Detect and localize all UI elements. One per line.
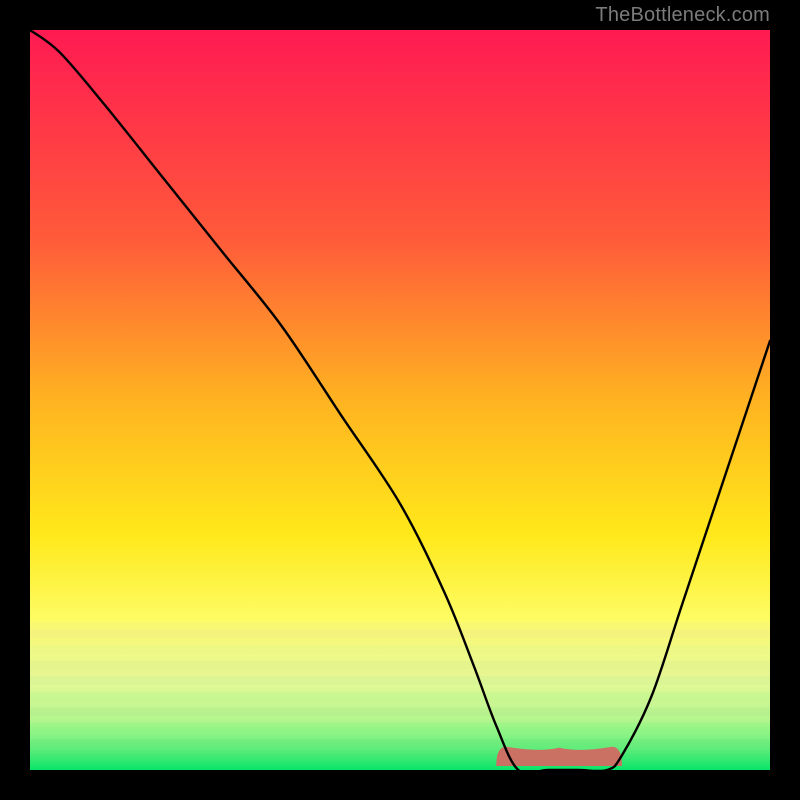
watermark-text: TheBottleneck.com	[595, 4, 770, 27]
bottleneck-curve	[30, 30, 770, 770]
chart-frame: TheBottleneck.com	[0, 0, 800, 800]
plot-area	[30, 30, 770, 770]
